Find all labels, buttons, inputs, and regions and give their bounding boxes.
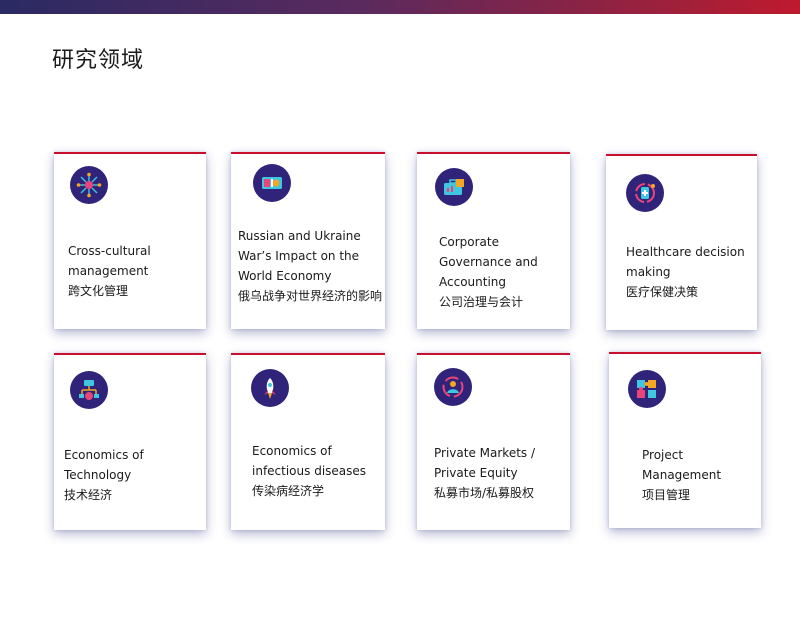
card-label-en-2: Management (642, 468, 722, 482)
card-label-en-1: Healthcare decision (626, 245, 745, 259)
card-label-en-2: Private Equity (434, 466, 518, 480)
card-label-zh: 传染病经济学 (252, 484, 325, 498)
card-label-en-1: Project (642, 448, 684, 462)
page-title: 研究领域 (52, 48, 145, 73)
card-economics-technology[interactable]: Economics of Technology 技术经济 (54, 353, 206, 530)
card-infectious-diseases[interactable]: Economics of infectious diseases 传染病经济学 (231, 353, 385, 530)
card-label-en-1: Economics of (252, 444, 332, 458)
card-cross-cultural[interactable]: Cross-cultural management 跨文化管理 (54, 152, 206, 329)
card-label-en-2: making (626, 265, 671, 279)
card-label-zh: 跨文化管理 (68, 284, 129, 298)
globe-map-icon (253, 164, 291, 202)
card-label-en-1: Economics of (64, 448, 144, 462)
tech-flow-icon (70, 371, 108, 409)
card-label-en-3: Accounting (439, 275, 507, 289)
card-label-zh: 技术经济 (64, 488, 113, 502)
card-label-zh: 医疗保健决策 (626, 285, 699, 299)
card-label-zh: 公司治理与会计 (439, 295, 524, 309)
card-label-en-2: Governance and (439, 255, 538, 269)
card-project-management[interactable]: Project Management 项目管理 (609, 352, 761, 528)
card-label-en-2: Technology (64, 468, 132, 482)
user-cycle-icon (434, 368, 472, 406)
card-label-en-1: Cross-cultural (68, 244, 151, 258)
card-label-en-3: World Economy (238, 269, 332, 283)
card-russia-ukraine[interactable]: Russian and Ukraine War’s Impact on the Wo… (231, 152, 385, 329)
puzzle-icon (628, 370, 666, 408)
card-label-zh: 俄乌战争对世界经济的影响 (238, 289, 383, 303)
card-private-markets[interactable]: Private Markets / Private Equity 私募市场/私募股权 (417, 353, 570, 530)
card-corporate-governance[interactable]: Corporate Governance and Accounting 公司治理与会计 (417, 152, 570, 329)
network-icon (70, 166, 108, 204)
card-label-en-2: War’s Impact on the (238, 249, 360, 263)
card-label-en-2: infectious diseases (252, 464, 367, 478)
top-gradient-bar (0, 0, 800, 14)
card-healthcare[interactable]: Healthcare decision making 医疗保健决策 (606, 154, 757, 330)
briefcase-chart-icon (435, 168, 473, 206)
rocket-icon (251, 369, 289, 407)
medical-refresh-icon (626, 174, 664, 212)
card-label-zh: 私募市场/私募股权 (434, 486, 535, 500)
card-label-zh: 项目管理 (642, 488, 691, 502)
card-label-en-1: Corporate (439, 235, 499, 249)
card-label-en-1: Private Markets / (434, 446, 536, 460)
card-label-en-2: management (68, 264, 149, 278)
card-label-en-1: Russian and Ukraine (238, 229, 361, 243)
